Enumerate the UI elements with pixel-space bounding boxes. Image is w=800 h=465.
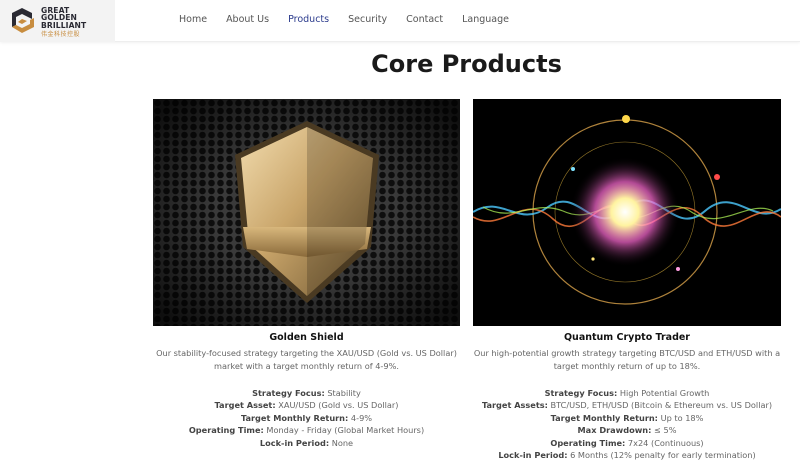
spec-value: None	[331, 437, 354, 448]
spec-row: Target Monthly Return: Up to 18%	[473, 412, 781, 424]
golden-shield-image	[153, 99, 460, 326]
spec-label: Max Drawdown:	[577, 425, 652, 436]
product-specs: Strategy Focus: High Potential Growth Ta…	[473, 387, 781, 461]
product-description: Our stability-focused strategy targeting…	[156, 348, 457, 371]
spec-value: BTC/USD, ETH/USD (Bitcoin & Ethereum vs.…	[550, 400, 773, 411]
spec-value: Stability	[327, 388, 361, 398]
logo-chinese-name: 伟金科技控股	[41, 31, 81, 38]
spec-label: Strategy Focus:	[252, 388, 325, 398]
spec-row: Max Drawdown: ≤ 5%	[473, 424, 781, 436]
main-nav: Home About Us Products Security Contact …	[179, 14, 528, 25]
spec-value: 4-9%	[350, 412, 373, 423]
product-specs: Strategy Focus: Stability Target Asset: …	[153, 387, 460, 449]
spec-row: Strategy Focus: Stability	[153, 387, 460, 399]
spec-label: Target Asset:	[214, 400, 276, 411]
spec-row: Lock-in Period: None	[153, 437, 460, 449]
spec-label: Target Monthly Return:	[550, 412, 658, 423]
product-description: Our high-potential growth strategy targe…	[473, 348, 781, 371]
quantum-crypto-image	[473, 99, 781, 326]
spec-label: Target Monthly Return:	[240, 412, 349, 423]
spec-value: XAU/USD (Gold vs. US Dollar)	[278, 400, 399, 411]
spec-row: Lock-in Period: 6 Months (12% penalty fo…	[473, 449, 781, 461]
nav-about-us[interactable]: About Us	[226, 14, 269, 25]
spec-label: Target Assets:	[481, 400, 548, 411]
product-title: Quantum Crypto Trader	[563, 332, 690, 343]
logo[interactable]: GREAT GOLDEN BRILLIANT 伟金科技控股	[0, 0, 115, 42]
nav-language[interactable]: Language	[462, 14, 509, 25]
spec-value: 6 Months (12% penalty for early terminat…	[570, 450, 756, 461]
nav-products[interactable]: Products	[288, 14, 329, 25]
spec-label: Strategy Focus:	[544, 388, 618, 398]
product-title: Golden Shield	[269, 332, 344, 343]
spec-row: Operating Time: 7x24 (Continuous)	[473, 437, 781, 449]
logo-mark-icon	[12, 8, 34, 33]
spec-value: Up to 18%	[660, 412, 704, 423]
spec-label: Operating Time:	[188, 425, 264, 436]
spec-value: ≤ 5%	[654, 425, 677, 436]
product-card-quantum-crypto-trader: Quantum Crypto Trader Our high-potential…	[473, 332, 781, 461]
spec-row: Target Assets: BTC/USD, ETH/USD (Bitcoin…	[473, 399, 781, 411]
spec-label: Lock-in Period:	[259, 437, 330, 448]
page-title: Core Products	[371, 50, 562, 78]
spec-row: Target Asset: XAU/USD (Gold vs. US Dolla…	[153, 399, 460, 411]
spec-value: 7x24 (Continuous)	[627, 437, 704, 448]
spec-value: High Potential Growth	[619, 388, 710, 398]
spec-row: Target Monthly Return: 4-9%	[153, 412, 460, 424]
spec-row: Strategy Focus: High Potential Growth	[473, 387, 781, 399]
spec-row: Operating Time: Monday - Friday (Global …	[153, 424, 460, 436]
spec-label: Lock-in Period:	[498, 450, 568, 461]
nav-security[interactable]: Security	[348, 14, 387, 25]
product-card-golden-shield: Golden Shield Our stability-focused stra…	[153, 332, 460, 449]
nav-home[interactable]: Home	[179, 14, 207, 25]
nav-contact[interactable]: Contact	[406, 14, 443, 25]
spec-label: Operating Time:	[550, 437, 626, 448]
spec-value: Monday - Friday (Global Market Hours)	[266, 425, 425, 436]
logo-wordmark: GREAT GOLDEN BRILLIANT	[41, 6, 86, 29]
site-header: GREAT GOLDEN BRILLIANT 伟金科技控股 Home About…	[0, 0, 800, 42]
